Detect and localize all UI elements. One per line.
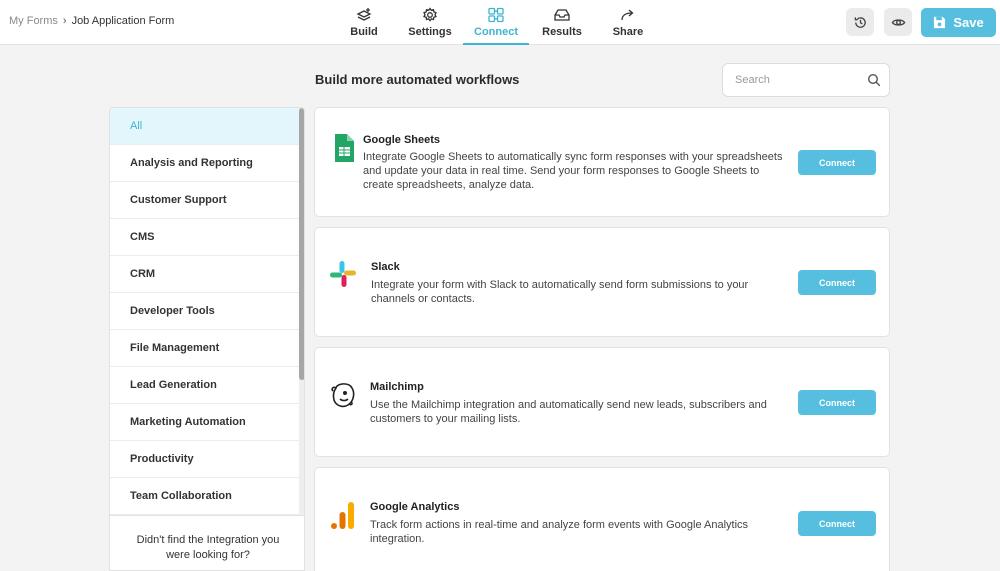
connect-button-google-analytics[interactable]: Connect	[798, 511, 876, 536]
category-developer-tools[interactable]: Developer Tools	[110, 293, 299, 330]
category-analysis-and-reporting[interactable]: Analysis and Reporting	[110, 145, 299, 182]
save-button-label: Save	[953, 15, 984, 30]
tab-results-label: Results	[542, 26, 582, 38]
page-title: Build more automated workflows	[315, 72, 520, 87]
integration-card-mailchimp: Mailchimp Use the Mailchimp integration …	[314, 347, 890, 457]
eye-icon	[891, 18, 905, 26]
integration-title: Mailchimp	[370, 381, 424, 393]
google-sheets-icon	[335, 134, 354, 162]
category-team-collaboration[interactable]: Team Collaboration	[110, 478, 299, 515]
google-analytics-icon	[331, 502, 354, 529]
top-bar: My Forms › Job Application Form Build Se…	[0, 0, 1000, 45]
breadcrumb-my-forms[interactable]: My Forms	[9, 15, 58, 27]
tab-build[interactable]: Build	[331, 0, 397, 45]
breadcrumb-separator: ›	[62, 15, 67, 27]
share-icon	[621, 9, 634, 21]
search-input[interactable]	[735, 64, 865, 96]
tab-connect[interactable]: Connect	[463, 0, 529, 45]
sidebar-scroll-thumb[interactable]	[299, 108, 304, 380]
integration-title: Google Analytics	[370, 501, 460, 513]
preview-button[interactable]	[884, 8, 912, 36]
puzzle-icon	[488, 7, 504, 23]
tab-results[interactable]: Results	[529, 0, 595, 45]
category-all[interactable]: All	[110, 108, 299, 145]
main-nav: Build Settings Connect Results Share	[331, 0, 661, 45]
history-button[interactable]	[846, 8, 874, 36]
category-lead-generation[interactable]: Lead Generation	[110, 367, 299, 404]
slack-icon	[330, 261, 356, 287]
category-crm[interactable]: CRM	[110, 256, 299, 293]
category-list: All Analysis and Reporting Customer Supp…	[110, 108, 299, 515]
integration-card-slack: Slack Integrate your form with Slack to …	[314, 227, 890, 337]
integration-description: Track form actions in real-time and anal…	[370, 519, 749, 545]
connect-button-google-sheets[interactable]: Connect	[798, 150, 876, 175]
tab-share-label: Share	[612, 26, 644, 38]
build-icon	[356, 8, 372, 21]
category-productivity[interactable]: Productivity	[110, 441, 299, 478]
integration-description: Use the Mailchimp integration and automa…	[370, 399, 767, 425]
integration-title: Google Sheets	[363, 134, 441, 146]
tab-share[interactable]: Share	[595, 0, 661, 45]
category-sidebar: All Analysis and Reporting Customer Supp…	[109, 107, 305, 571]
tab-settings[interactable]: Settings	[397, 0, 463, 45]
breadcrumb-current: Job Application Form	[71, 15, 175, 27]
category-marketing-automation[interactable]: Marketing Automation	[110, 404, 299, 441]
connect-button-mailchimp[interactable]: Connect	[798, 390, 876, 415]
help-text: Didn't find the Integration you were loo…	[136, 534, 280, 561]
integration-title: Slack	[371, 261, 400, 273]
save-button[interactable]: Save	[921, 8, 996, 37]
category-cms[interactable]: CMS	[110, 219, 299, 256]
search-icon[interactable]	[867, 73, 881, 87]
integration-description: Integrate your form with Slack to automa…	[371, 279, 749, 305]
category-customer-support[interactable]: Customer Support	[110, 182, 299, 219]
help-box: Didn't find the Integration you were loo…	[110, 515, 304, 570]
mailchimp-icon	[331, 383, 355, 408]
breadcrumb: My Forms › Job Application Form	[9, 15, 174, 27]
inbox-icon	[554, 9, 570, 21]
connect-button-slack[interactable]: Connect	[798, 270, 876, 295]
integration-card-google-sheets: Google Sheets Integrate Google Sheets to…	[314, 107, 890, 217]
integration-card-google-analytics: Google Analytics Track form actions in r…	[314, 467, 890, 571]
sidebar-scrollbar[interactable]	[299, 108, 304, 515]
history-icon	[854, 16, 866, 28]
integration-description: Integrate Google Sheets to automatically…	[363, 151, 783, 191]
gear-icon	[423, 7, 437, 22]
tab-build-label: Build	[350, 26, 378, 38]
search-box	[722, 63, 890, 97]
tab-settings-label: Settings	[408, 26, 452, 38]
tab-connect-label: Connect	[474, 26, 518, 38]
floppy-disk-icon	[934, 16, 946, 29]
category-file-management[interactable]: File Management	[110, 330, 299, 367]
